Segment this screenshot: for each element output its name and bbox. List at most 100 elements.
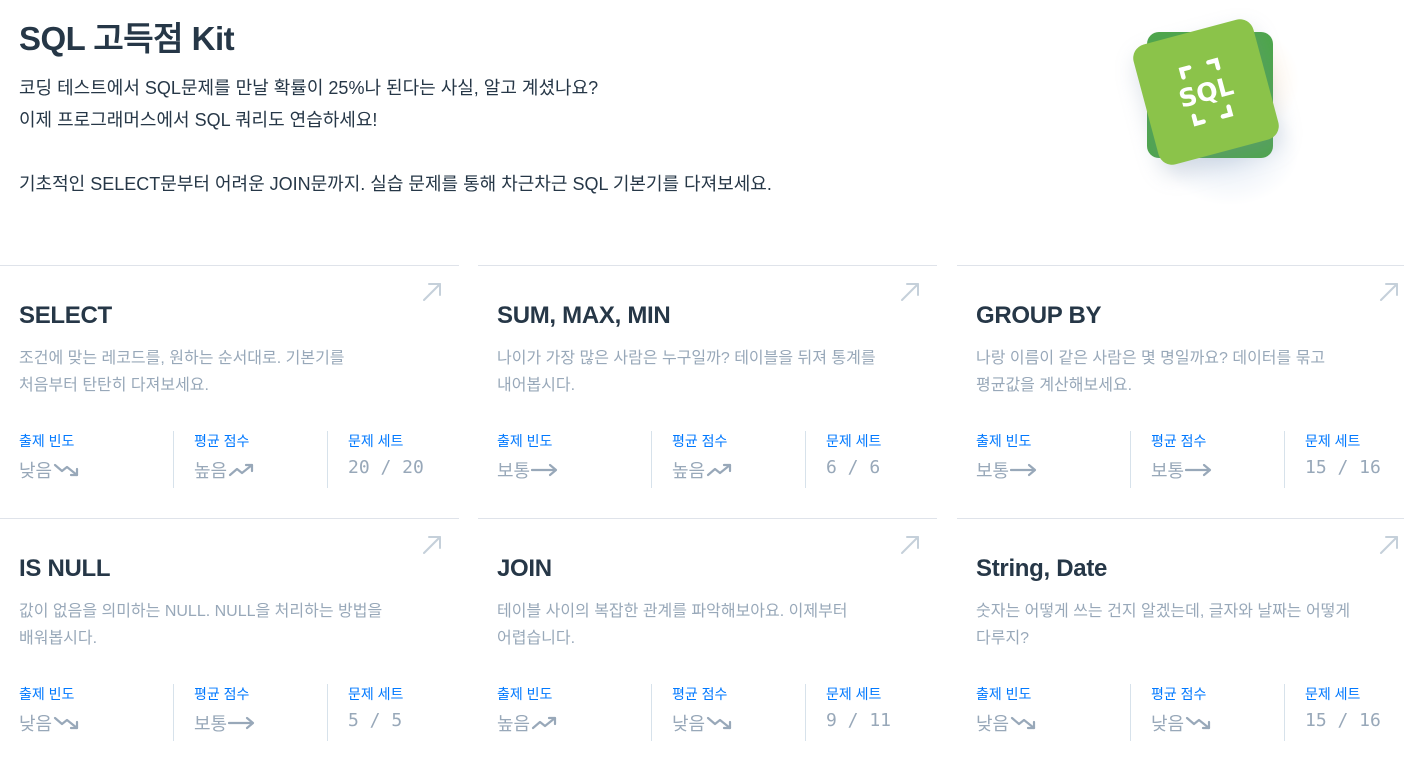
stat-label: 문제 세트 [348, 686, 404, 702]
intro-line-3: 기초적인 SELECT문부터 어려운 JOIN문까지. 실습 문제를 통해 차근… [19, 174, 772, 194]
card-description: 테이블 사이의 복잡한 관계를 파악해보아요. 이제부터어렵습니다. [497, 598, 917, 652]
kit-header: SQL 고득점 Kit 코딩 테스트에서 SQL문제를 만날 확률이 25%나 … [19, 18, 1019, 200]
stat-frequency: 출제 빈도보통 [497, 431, 651, 488]
kit-card-group-by[interactable]: GROUP BY 나랑 이름이 같은 사람은 몇 명일까요? 데이터를 묶고 평균값… [957, 265, 1404, 518]
stat-set: 문제 세트 20 / 20 [327, 431, 481, 488]
score-value: 보통 [194, 714, 228, 734]
frequency-value: 높음 [497, 714, 531, 734]
stat-label: 문제 세트 [826, 433, 882, 449]
kit-card-sum-max-min[interactable]: SUM, MAX, MIN 나이가 가장 많은 사람은 누구일까? 테이블을 뒤져… [478, 265, 937, 518]
card-description: 나이가 가장 많은 사람은 누구일까? 테이블을 뒤져 통계를내어봅시다. [497, 345, 917, 399]
card-title: String, Date [976, 555, 1108, 582]
stat-set: 문제 세트 9 / 11 [805, 684, 959, 741]
stat-label: 출제 빈도 [497, 433, 553, 449]
stat-value: 보통 [1151, 457, 1213, 483]
trend-down-icon [707, 716, 732, 730]
stat-value: 낮음 [672, 710, 734, 736]
score-value: 낮음 [672, 714, 706, 734]
set-progress-value: 20 / 20 [348, 457, 424, 478]
stat-label: 평균 점수 [194, 433, 250, 449]
kit-card-join[interactable]: JOIN 테이블 사이의 복잡한 관계를 파악해보아요. 이제부터 어렵습니다. 출제… [478, 518, 937, 770]
stat-set: 문제 세트 5 / 5 [327, 684, 481, 741]
card-description-line-1: 나랑 이름이 같은 사람은 몇 명일까요? 데이터를 묶고 [976, 350, 1326, 367]
card-stats: 출제 빈도 보통 평균 점수 보통 문제 세트 15 / 16 [976, 431, 1404, 488]
stat-score: 평균 점수 보통 [173, 684, 327, 741]
trend-flat-icon [1010, 463, 1037, 477]
open-arrow-icon[interactable] [899, 534, 921, 556]
trend-flat-icon [228, 716, 255, 730]
card-description: 값이 없음을 의미하는 NULL. NULL을 처리하는 방법을 배워봅시다. [19, 598, 439, 652]
stat-score: 평균 점수낮음 [1130, 684, 1284, 741]
stat-set: 문제 세트 15 / 16 [1284, 431, 1404, 488]
card-description-line-2: 다루지? [976, 630, 1030, 647]
stat-label: 출제 빈도 [976, 686, 1032, 702]
frequency-value: 보통 [497, 461, 531, 481]
kit-card-string-date[interactable]: String, Date 숫자는 어떻게 쓰는 건지 알겠는데, 글자와 날짜는 … [957, 518, 1404, 770]
set-progress-value: 15 / 16 [1305, 710, 1381, 731]
frequency-value: 낮음 [976, 714, 1010, 734]
stat-set: 문제 세트 6 / 6 [805, 431, 959, 488]
stat-label: 평균 점수 [1151, 686, 1207, 702]
stat-label: 평균 점수 [672, 433, 728, 449]
trend-down-icon [1186, 716, 1211, 730]
stat-label: 문제 세트 [826, 686, 882, 702]
score-value: 높음 [672, 461, 706, 481]
card-title: SELECT [19, 302, 112, 329]
card-description-line-2: 처음부터 탄탄히 다져보세요. [19, 377, 209, 394]
frequency-value: 낮음 [19, 461, 53, 481]
stat-score: 평균 점수 보통 [1130, 431, 1284, 488]
stat-value: 낮음 [976, 710, 1038, 736]
stat-value: 낮음 [19, 457, 81, 483]
stat-value: 낮음 [19, 710, 81, 736]
card-description-line-1: 나이가 가장 많은 사람은 누구일까? 테이블을 뒤져 통계를 [497, 350, 876, 367]
card-description-line-2: 배워봅시다. [19, 630, 98, 647]
set-progress-value: 15 / 16 [1305, 457, 1381, 478]
stat-value: 높음 [194, 457, 256, 483]
trend-down-icon [1011, 716, 1036, 730]
score-value: 높음 [194, 461, 228, 481]
stat-value: 보통 [976, 457, 1038, 483]
trend-flat-icon [531, 463, 558, 477]
stat-value: 보통 [194, 710, 256, 736]
stat-label: 출제 빈도 [19, 686, 75, 702]
open-arrow-icon[interactable] [1378, 281, 1400, 303]
card-description-line-1: 숫자는 어떻게 쓰는 건지 알겠는데, 글자와 날짜는 어떻게 [976, 603, 1351, 620]
card-title: GROUP BY [976, 302, 1102, 329]
card-stats: 출제 빈도낮음 평균 점수 보통 문제 세트 5 / 5 [19, 684, 481, 741]
intro-line-2: 이제 프로그래머스에서 SQL 쿼리도 연습하세요! [19, 110, 378, 130]
kit-card-is-null[interactable]: IS NULL 값이 없음을 의미하는 NULL. NULL을 처리하는 방법을 배… [0, 518, 459, 770]
set-progress-value: 6 / 6 [826, 457, 881, 478]
score-value: 낮음 [1151, 714, 1185, 734]
card-description-line-2: 내어봅시다. [497, 377, 576, 394]
card-stats: 출제 빈도 낮음 평균 점수 낮음 문제 세트 15 / 16 [976, 684, 1404, 741]
card-stats: 출제 빈도 보통 평균 점수 높음 문제 세트 6 / 6 [497, 431, 959, 488]
trend-up-icon [532, 716, 557, 730]
card-description: 숫자는 어떻게 쓰는 건지 알겠는데, 글자와 날짜는 어떻게다루지? [976, 598, 1396, 652]
open-arrow-icon[interactable] [421, 281, 443, 303]
card-title: JOIN [497, 555, 552, 582]
kit-card-select[interactable]: SELECT 조건에 맞는 레코드를, 원하는 순서대로. 기본기를 처음부터 탄탄… [0, 265, 459, 518]
trend-down-icon [54, 716, 79, 730]
card-stats: 출제 빈도 높음 평균 점수 낮음 문제 세트 9 / 11 [497, 684, 959, 741]
stat-label: 출제 빈도 [19, 433, 75, 449]
card-description: 조건에 맞는 레코드를, 원하는 순서대로. 기본기를 처음부터 탄탄히 다져보세… [19, 345, 439, 399]
open-arrow-icon[interactable] [899, 281, 921, 303]
stat-frequency: 출제 빈도 보통 [976, 431, 1130, 488]
trend-flat-icon [1185, 463, 1212, 477]
stat-frequency: 출제 빈도낮음 [19, 431, 173, 488]
stat-value: 높음 [497, 710, 559, 736]
stat-label: 문제 세트 [1305, 686, 1361, 702]
open-arrow-icon[interactable] [421, 534, 443, 556]
stat-label: 문제 세트 [1305, 433, 1361, 449]
stat-score: 평균 점수높음 [651, 431, 805, 488]
intro-line-1: 코딩 테스트에서 SQL문제를 만날 확률이 25%나 된다는 사실, 알고 계… [19, 78, 599, 98]
frequency-value: 낮음 [19, 714, 53, 734]
card-description-line-1: 테이블 사이의 복잡한 관계를 파악해보아요. 이제부터 [497, 603, 848, 620]
card-description-line-2: 어렵습니다. [497, 630, 576, 647]
open-arrow-icon[interactable] [1378, 534, 1400, 556]
set-progress-value: 9 / 11 [826, 710, 892, 731]
frequency-value: 보통 [976, 461, 1010, 481]
card-stats: 출제 빈도낮음 평균 점수높음 문제 세트 20 / 20 [19, 431, 481, 488]
card-title: SUM, MAX, MIN [497, 302, 671, 329]
set-progress-value: 5 / 5 [348, 710, 403, 731]
